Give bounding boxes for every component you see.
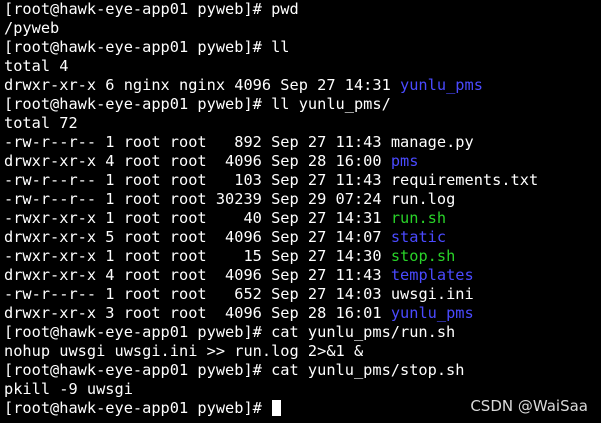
file-name: manage.py xyxy=(390,133,474,151)
output-text: drwxr-xr-x 5 root root 4096 Sep 27 14:07 xyxy=(4,228,391,246)
output-text: -rw-r--r-- 1 root root 892 Sep 27 11:43 xyxy=(4,133,391,151)
executable-name: run.sh xyxy=(390,209,447,227)
output-line: -rw-r--r-- 1 root root 103 Sep 27 11:43 … xyxy=(4,171,601,190)
output-text: drwxr-xr-x 6 nginx nginx 4096 Sep 27 14:… xyxy=(4,76,401,94)
output-line: drwxr-xr-x 3 root root 4096 Sep 28 16:01… xyxy=(4,304,601,323)
output-text: -rw-r--r-- 1 root root 103 Sep 27 11:43 xyxy=(4,171,391,189)
prompt-line: [root@hawk-eye-app01 pyweb]# cat yunlu_p… xyxy=(4,323,601,342)
directory-name: pms xyxy=(390,152,419,170)
output-line: total 72 xyxy=(4,114,601,133)
directory-name: yunlu_pms xyxy=(400,76,483,94)
output-text: /pyweb xyxy=(4,19,60,37)
output-text: total 4 xyxy=(4,57,69,75)
output-line: -rwxr-xr-x 1 root root 40 Sep 27 14:31 r… xyxy=(4,209,601,228)
output-text: drwxr-xr-x 4 root root 4096 Sep 27 11:43 xyxy=(4,266,391,284)
command-text: [root@hawk-eye-app01 pyweb]# xyxy=(4,399,272,417)
output-line: total 4 xyxy=(4,57,601,76)
directory-name: yunlu_pms xyxy=(390,304,474,322)
output-text: drwxr-xr-x 4 root root 4096 Sep 28 16:00 xyxy=(4,152,391,170)
file-name: uwsgi.ini xyxy=(390,285,474,303)
output-line: -rw-r--r-- 1 root root 652 Sep 27 14:03 … xyxy=(4,285,601,304)
prompt-line: [root@hawk-eye-app01 pyweb]# ll yunlu_pm… xyxy=(4,95,601,114)
output-line: drwxr-xr-x 6 nginx nginx 4096 Sep 27 14:… xyxy=(4,76,601,95)
file-name: requirements.txt xyxy=(390,171,539,189)
output-text: nohup uwsgi uwsgi.ini >> run.log 2>&1 & xyxy=(4,342,364,360)
output-line: -rw-r--r-- 1 root root 30239 Sep 29 07:2… xyxy=(4,190,601,209)
command-text: [root@hawk-eye-app01 pyweb]# pwd xyxy=(4,0,299,18)
output-line: nohup uwsgi uwsgi.ini >> run.log 2>&1 & xyxy=(4,342,601,361)
command-text: [root@hawk-eye-app01 pyweb]# ll xyxy=(4,38,290,56)
output-text: -rwxr-xr-x 1 root root 15 Sep 27 14:30 xyxy=(4,247,391,265)
output-line: -rwxr-xr-x 1 root root 15 Sep 27 14:30 s… xyxy=(4,247,601,266)
output-text: -rwxr-xr-x 1 root root 40 Sep 27 14:31 xyxy=(4,209,391,227)
output-line: /pyweb xyxy=(4,19,601,38)
terminal-window[interactable]: [root@hawk-eye-app01 pyweb]# pwd/pyweb [r… xyxy=(0,0,601,423)
output-text: total 72 xyxy=(4,114,78,132)
executable-name: stop.sh xyxy=(390,247,456,265)
output-line: -rw-r--r-- 1 root root 892 Sep 27 11:43 … xyxy=(4,133,601,152)
output-text: pkill -9 uwsgi xyxy=(4,380,133,398)
output-line: drwxr-xr-x 4 root root 4096 Sep 27 11:43… xyxy=(4,266,601,285)
directory-name: static xyxy=(390,228,447,246)
output-text: drwxr-xr-x 3 root root 4096 Sep 28 16:01 xyxy=(4,304,391,322)
cursor-block xyxy=(272,400,282,416)
command-text: [root@hawk-eye-app01 pyweb]# cat yunlu_p… xyxy=(4,323,456,341)
command-text: [root@hawk-eye-app01 pyweb]# cat yunlu_p… xyxy=(4,361,465,379)
prompt-line: [root@hawk-eye-app01 pyweb]# ll xyxy=(4,38,601,57)
command-text: [root@hawk-eye-app01 pyweb]# ll yunlu_pm… xyxy=(4,95,391,113)
file-name: run.log xyxy=(390,190,456,208)
prompt-line: [root@hawk-eye-app01 pyweb]# pwd xyxy=(4,0,601,19)
output-text: -rw-r--r-- 1 root root 30239 Sep 29 07:2… xyxy=(4,190,391,208)
terminal-output: [root@hawk-eye-app01 pyweb]# pwd/pyweb [r… xyxy=(4,0,601,418)
directory-name: templates xyxy=(390,266,474,284)
watermark: CSDN @WaiSaa xyxy=(470,397,588,415)
prompt-line: [root@hawk-eye-app01 pyweb]# cat yunlu_p… xyxy=(4,361,601,380)
output-text: -rw-r--r-- 1 root root 652 Sep 27 14:03 xyxy=(4,285,391,303)
output-line: drwxr-xr-x 4 root root 4096 Sep 28 16:00… xyxy=(4,152,601,171)
output-line: drwxr-xr-x 5 root root 4096 Sep 27 14:07… xyxy=(4,228,601,247)
